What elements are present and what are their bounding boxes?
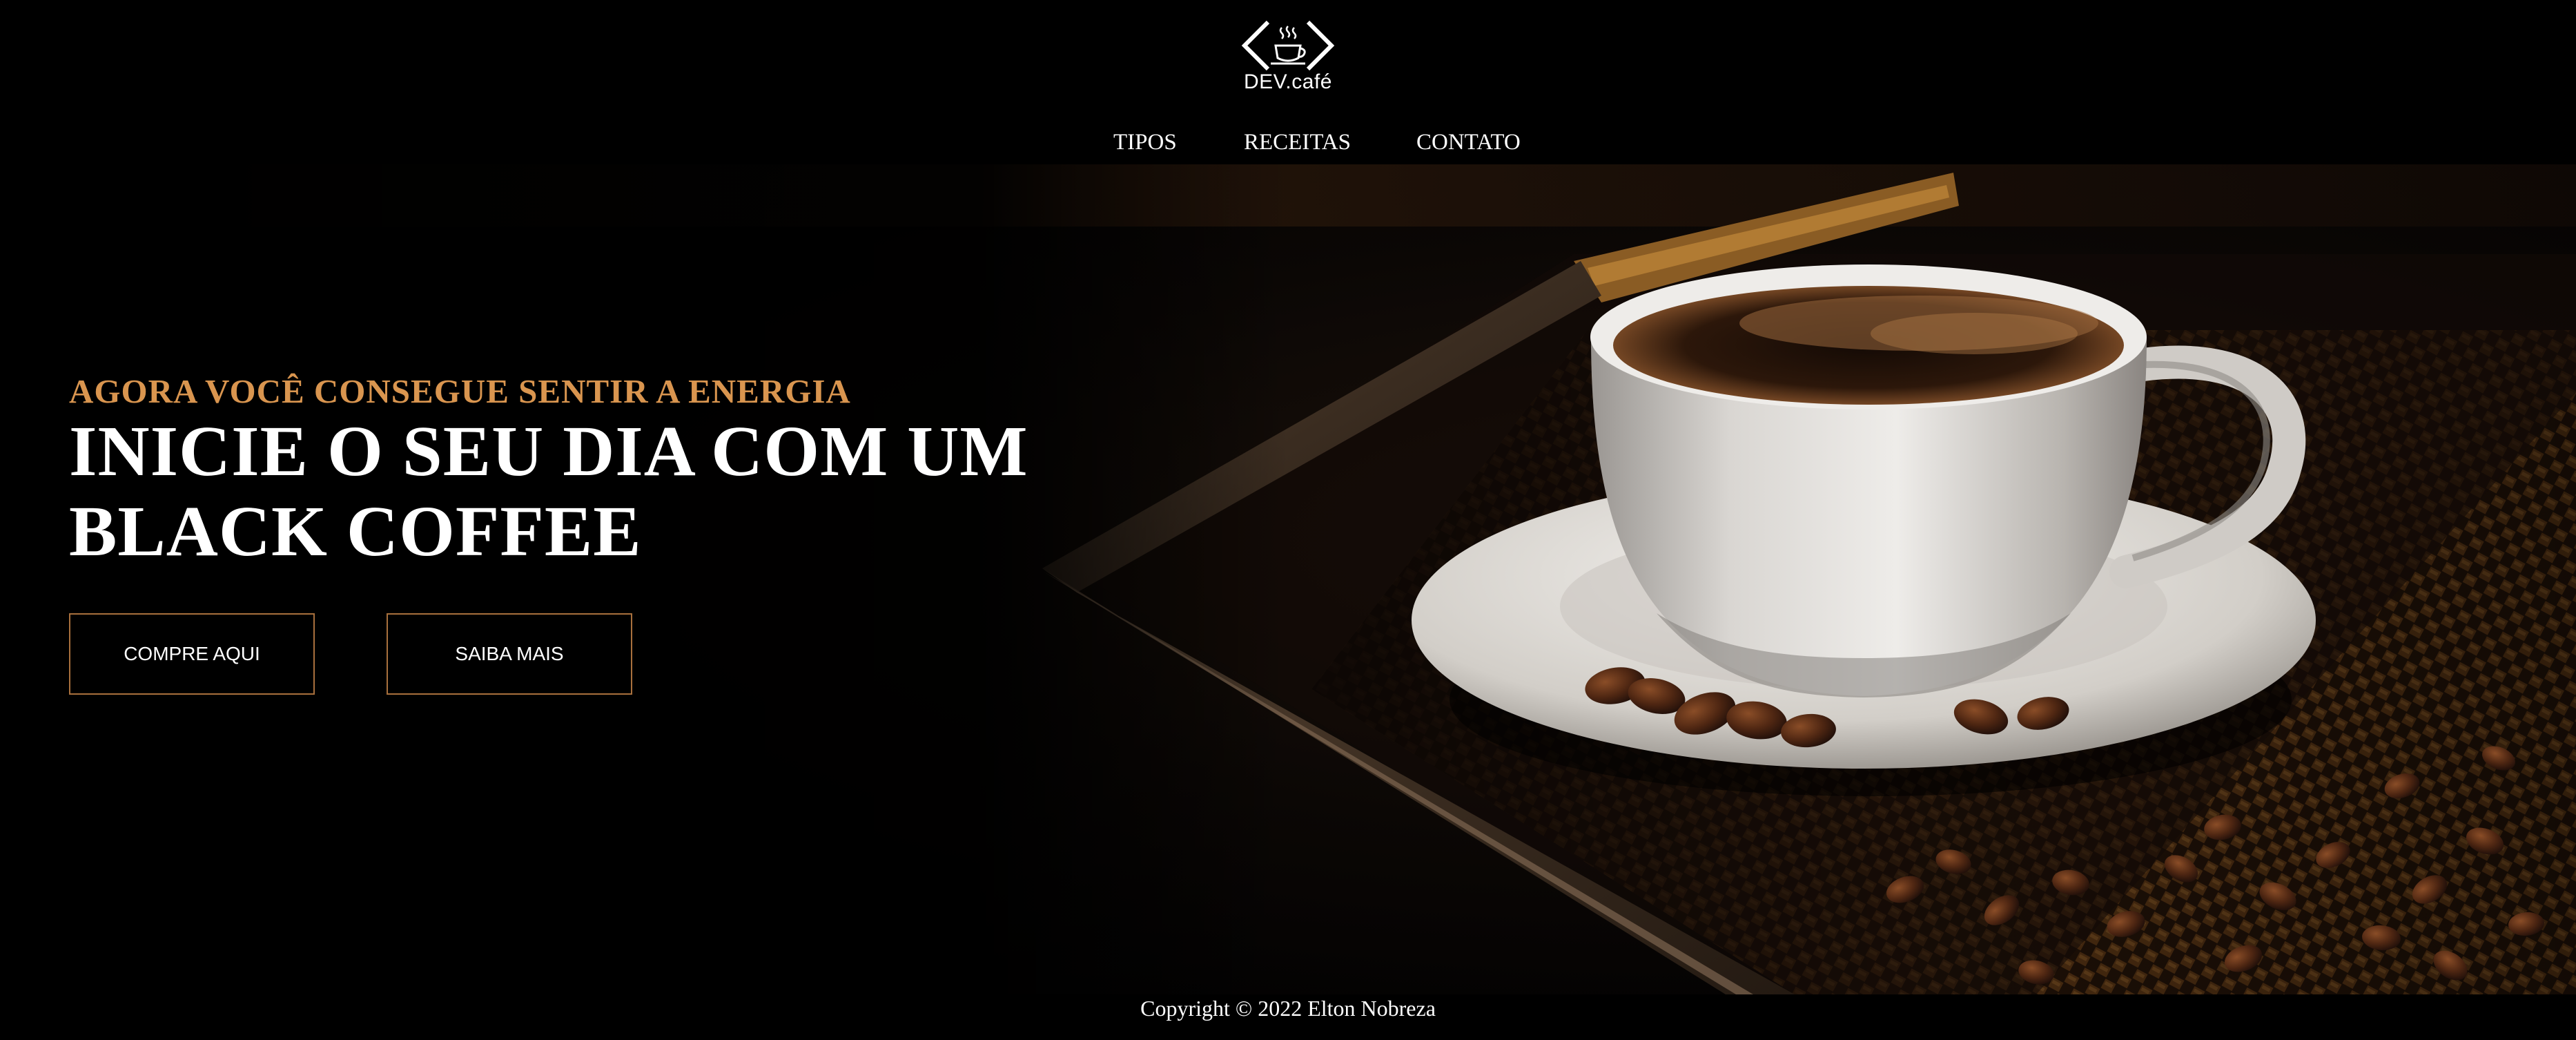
coffee-cup-image [0,164,2576,994]
learn-more-button[interactable]: SAIBA MAIS [387,613,632,695]
buy-button[interactable]: COMPRE AQUI [69,613,315,695]
hero-title: INICIE O SEU DIA COM UM BLACK COFFEE [69,412,1104,572]
coffee-code-icon [1241,20,1335,71]
hero-subtitle: AGORA VOCÊ CONSEGUE SENTIR A ENERGIA [69,372,851,410]
brand-logo[interactable]: DEV.café [1236,19,1340,101]
nav-item-contato[interactable]: CONTATO [1416,130,1521,155]
hero-section: AGORA VOCÊ CONSEGUE SENTIR A ENERGIA INI… [0,164,2576,994]
brand-name: DEV.café [1244,70,1332,93]
copyright-text: Copyright © 2022 Elton Nobreza [1140,996,1436,1021]
nav-item-receitas[interactable]: RECEITAS [1244,130,1351,155]
site-footer: Copyright © 2022 Elton Nobreza [0,994,2576,1040]
main-nav: TIPOS RECEITAS CONTATO [0,130,2576,157]
site-header: DEV.café TIPOS RECEITAS CONTATO [0,0,2576,164]
hero-title-line2: BLACK COFFEE [69,492,642,571]
nav-item-tipos[interactable]: TIPOS [1113,130,1177,155]
hero-title-line1: INICIE O SEU DIA COM UM [69,412,1028,491]
